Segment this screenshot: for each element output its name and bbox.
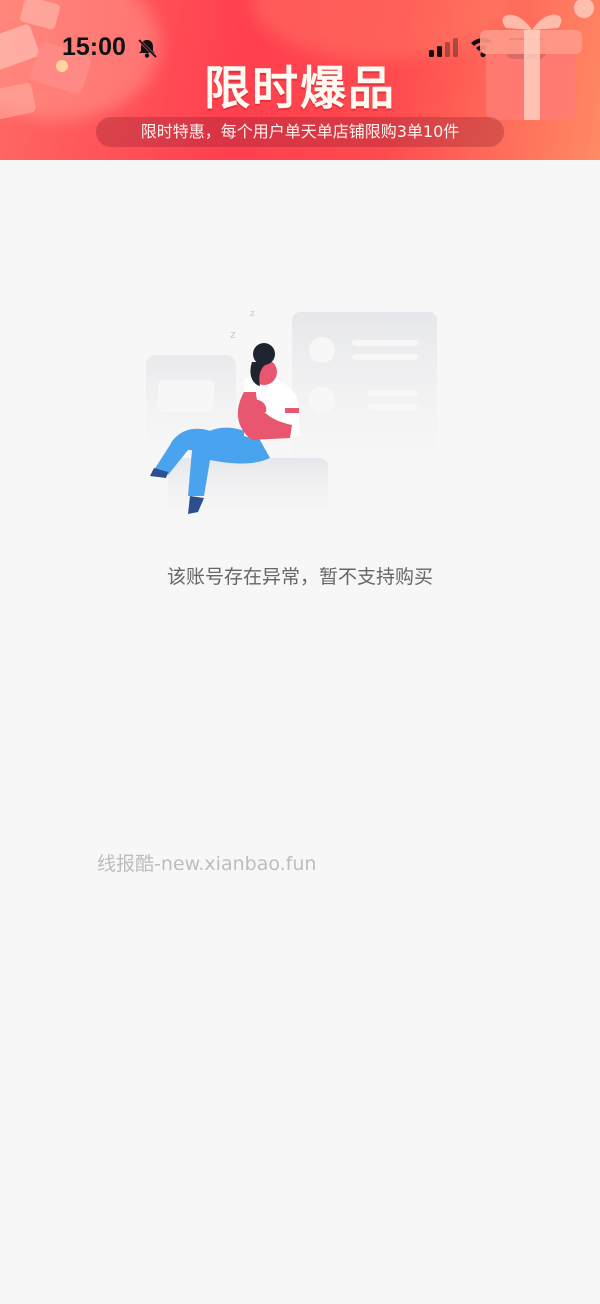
- empty-state-message: 该账号存在异常，暂不支持购买: [166, 566, 433, 588]
- watermark-text: 线报酷-new.xianbao.fun: [97, 853, 317, 875]
- banner-title: 限时爆品: [204, 61, 396, 115]
- promo-banner: 15:00 73: [0, 0, 600, 160]
- svg-text:z: z: [250, 309, 255, 319]
- banner-subtitle: 限时特惠，每个用户单天单店铺限购3单10件: [96, 117, 504, 147]
- empty-state-illustration: z z: [146, 309, 437, 518]
- svg-text:z: z: [230, 328, 236, 341]
